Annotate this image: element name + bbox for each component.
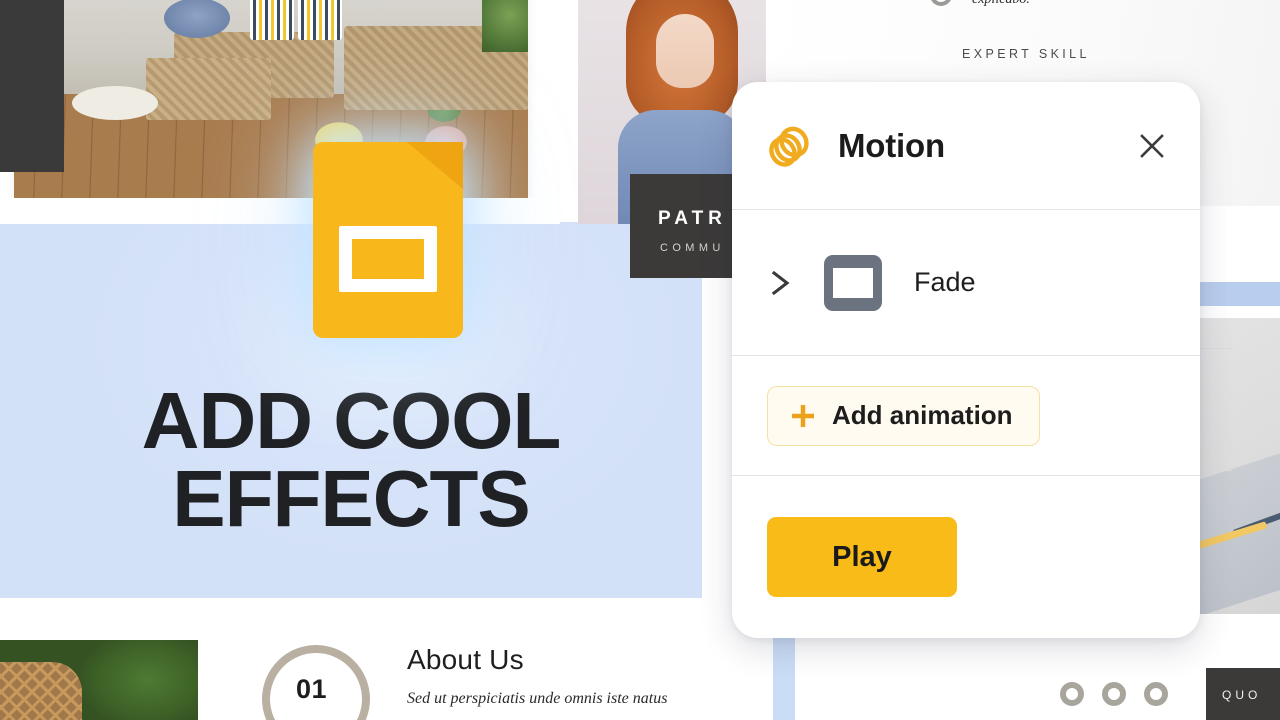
motion-rings-icon (769, 126, 809, 167)
quote-card-text: QUO (1222, 688, 1262, 702)
ring-outline-icon (1102, 682, 1126, 706)
wooden-trellis (0, 662, 82, 720)
ring-indicator-row (1060, 682, 1168, 706)
plus-icon (792, 404, 814, 427)
ring-outline-icon (930, 0, 952, 6)
ring-outline-icon (1144, 682, 1168, 706)
striped-pillow-2 (298, 0, 342, 40)
about-title: About Us (407, 644, 524, 675)
garden-photo-card (0, 640, 198, 720)
slide-white-margin (0, 198, 560, 224)
chevron-right-icon[interactable] (768, 268, 794, 298)
expert-skill-label: EXPERT SKILL (962, 47, 1090, 61)
about-subtitle: Sed ut perspiciatis unde omnis iste natu… (407, 690, 668, 707)
slide-frame-inner (833, 267, 873, 298)
screenshot-stage: explicabo. EXPERT SKILL PATR COMMU ADD C… (0, 0, 1280, 720)
add-animation-row: Add animation (732, 356, 1200, 475)
animation-list-item-fade[interactable]: Fade (732, 210, 1200, 355)
add-animation-label: Add animation (832, 400, 1013, 430)
play-button[interactable]: Play (767, 517, 957, 597)
hero-headline-line1: ADD COOL (141, 376, 562, 465)
motion-panel-header: Motion (732, 82, 1200, 209)
quote-card: QUO (1206, 668, 1280, 720)
dark-accent-block-top-left (0, 0, 64, 172)
ring-outline-icon (1060, 682, 1084, 706)
name-card-subtitle: COMMU (660, 242, 725, 254)
explicabo-caption: explicabo. (972, 0, 1030, 8)
wicker-ottoman (146, 58, 271, 120)
motion-panel: Motion Fade Add animation Play (732, 82, 1200, 638)
close-icon[interactable] (1132, 126, 1172, 166)
hero-headline-line2: EFFECTS (172, 454, 530, 544)
name-card-title: PATR (658, 208, 727, 229)
about-number: 01 (296, 674, 328, 704)
play-row: Play (732, 476, 1200, 638)
add-animation-button[interactable]: Add animation (767, 385, 1040, 446)
round-rug (72, 86, 158, 120)
close-x-glyph (1140, 133, 1164, 158)
google-slides-icon (313, 142, 463, 338)
slide-frame-icon (824, 254, 882, 311)
striped-pillow-1 (250, 0, 294, 40)
slides-screen-shape (339, 226, 437, 292)
hero-headline: ADD COOL EFFECTS (0, 376, 702, 544)
garden-greenery (482, 0, 528, 52)
model-face (656, 14, 714, 88)
animation-name: Fade (914, 267, 976, 297)
motion-panel-title: Motion (838, 126, 945, 164)
